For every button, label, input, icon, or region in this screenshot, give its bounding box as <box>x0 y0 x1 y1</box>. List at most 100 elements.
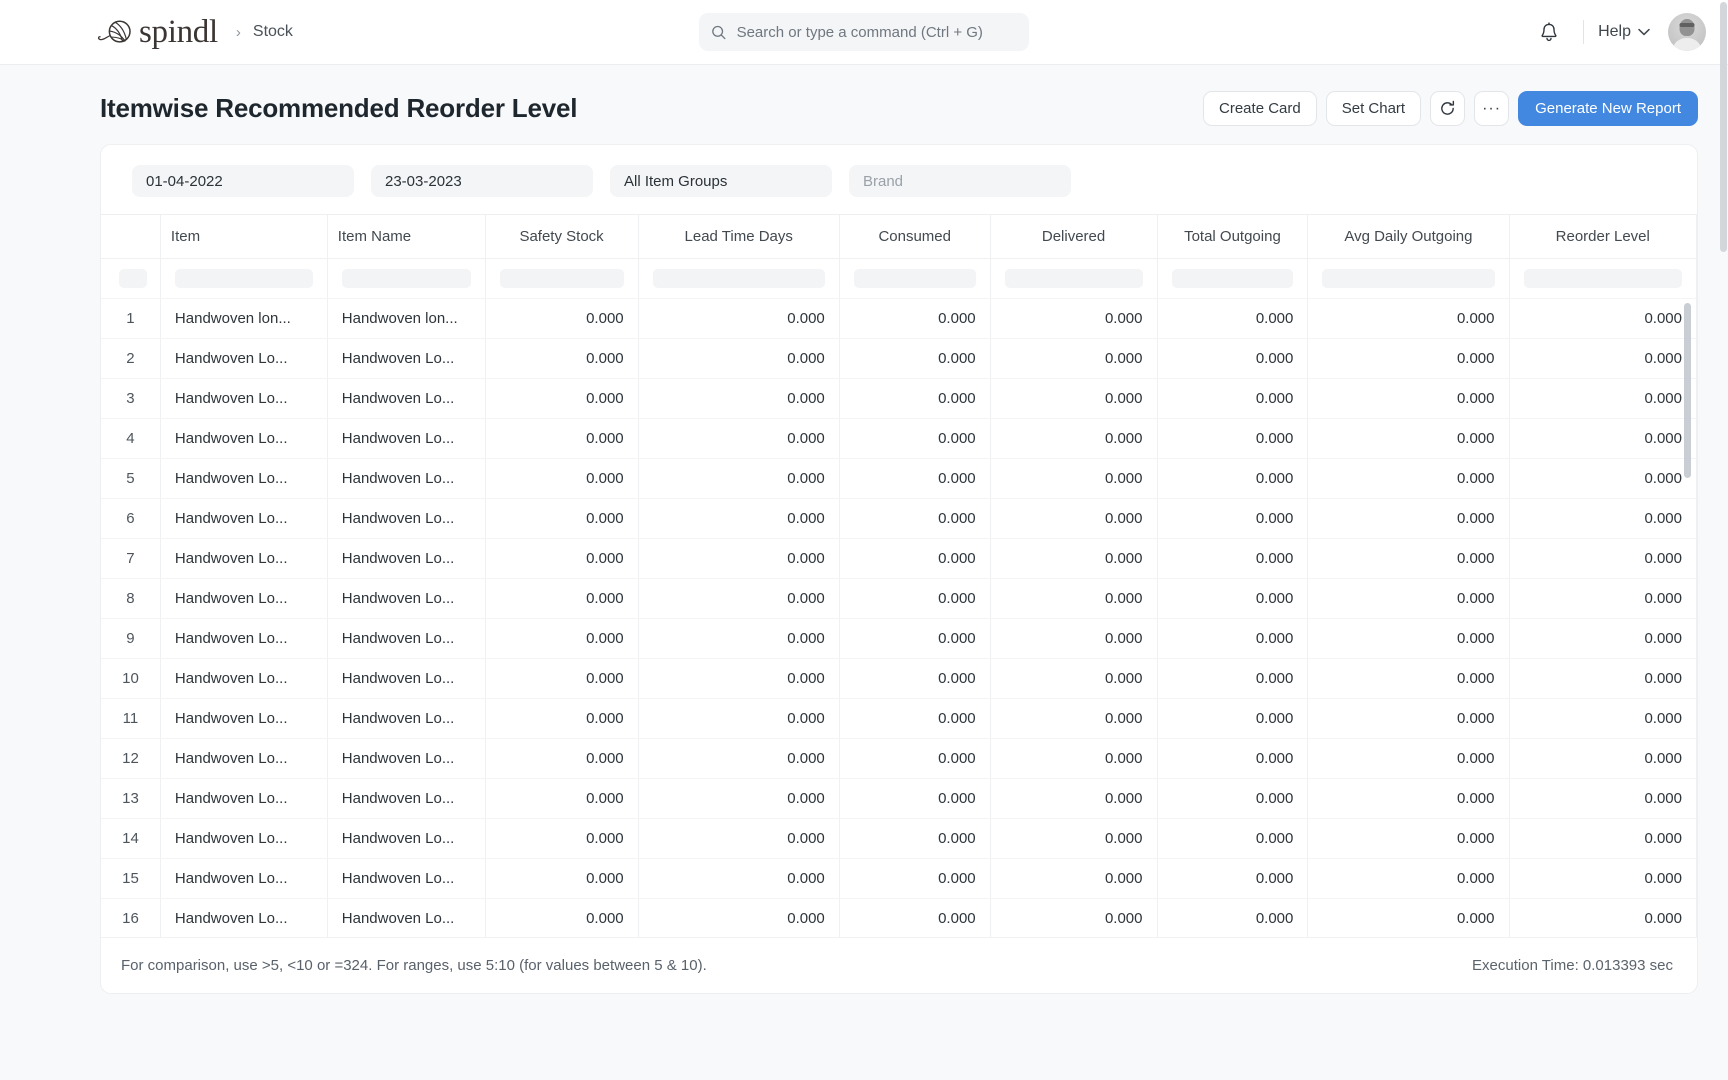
cell-item[interactable]: Handwoven Lo... <box>160 778 328 819</box>
cell-consumed[interactable]: 0.000 <box>839 818 991 859</box>
filter-to-date[interactable]: 23-03-2023 <box>371 165 593 197</box>
brand[interactable]: spindl › Stock <box>96 15 293 49</box>
cell-safety-stock[interactable]: 0.000 <box>485 778 639 819</box>
table-row[interactable]: 15 Handwoven Lo... Handwoven Lo... 0.000 0.0… <box>101 858 1697 899</box>
table-row[interactable]: 3 Handwoven Lo... Handwoven Lo... 0.000 0.00… <box>101 378 1697 419</box>
cell-lead-time-days[interactable]: 0.000 <box>638 538 840 579</box>
generate-new-report-button[interactable]: Generate New Report <box>1518 91 1698 126</box>
cell-item[interactable]: Handwoven Lo... <box>160 858 328 899</box>
cell-avg-daily-outgoing[interactable]: 0.000 <box>1307 338 1510 379</box>
cell-lead-time-days[interactable]: 0.000 <box>638 658 840 699</box>
cell-item-name[interactable]: Handwoven Lo... <box>327 618 486 659</box>
cell-consumed[interactable]: 0.000 <box>839 458 991 499</box>
cell-delivered[interactable]: 0.000 <box>990 618 1158 659</box>
refresh-button[interactable] <box>1430 91 1466 126</box>
column-header-consumed[interactable]: Consumed <box>839 215 991 259</box>
filter-from-date[interactable]: 01-04-2022 <box>132 165 354 197</box>
cell-item[interactable]: Handwoven Lo... <box>160 658 328 699</box>
cell-avg-daily-outgoing[interactable]: 0.000 <box>1307 298 1510 339</box>
cell-reorder-level[interactable]: 0.000 <box>1509 618 1697 659</box>
cell-avg-daily-outgoing[interactable]: 0.000 <box>1307 498 1510 539</box>
datatable-body-scroll[interactable]: 1 Handwoven lon... Handwoven lon... 0.000 0.… <box>101 298 1697 938</box>
help-menu[interactable]: Help <box>1598 23 1650 41</box>
vertical-scrollbar-thumb[interactable] <box>1684 302 1691 478</box>
cell-reorder-level[interactable]: 0.000 <box>1509 458 1697 499</box>
cell-index[interactable]: 8 <box>101 578 161 619</box>
global-search[interactable] <box>699 13 1029 51</box>
cell-reorder-level[interactable]: 0.000 <box>1509 498 1697 539</box>
table-row[interactable]: 7 Handwoven Lo... Handwoven Lo... 0.000 0.00… <box>101 538 1697 579</box>
cell-index[interactable]: 5 <box>101 458 161 499</box>
cell-total-outgoing[interactable]: 0.000 <box>1157 578 1309 619</box>
table-row[interactable]: 12 Handwoven Lo... Handwoven Lo... 0.000 0.0… <box>101 738 1697 779</box>
cell-consumed[interactable]: 0.000 <box>839 738 991 779</box>
cell-total-outgoing[interactable]: 0.000 <box>1157 458 1309 499</box>
cell-index[interactable]: 1 <box>101 298 161 339</box>
table-row[interactable]: 10 Handwoven Lo... Handwoven Lo... 0.000 0.0… <box>101 658 1697 699</box>
notifications-button[interactable] <box>1529 12 1569 52</box>
column-filter-item-name[interactable] <box>327 258 486 299</box>
cell-index[interactable]: 13 <box>101 778 161 819</box>
cell-avg-daily-outgoing[interactable]: 0.000 <box>1307 418 1510 459</box>
cell-item[interactable]: Handwoven lon... <box>160 298 328 339</box>
cell-safety-stock[interactable]: 0.000 <box>485 298 639 339</box>
user-avatar[interactable] <box>1668 13 1706 51</box>
cell-delivered[interactable]: 0.000 <box>990 458 1158 499</box>
table-row[interactable]: 5 Handwoven Lo... Handwoven Lo... 0.000 0.00… <box>101 458 1697 499</box>
cell-safety-stock[interactable]: 0.000 <box>485 818 639 859</box>
cell-avg-daily-outgoing[interactable]: 0.000 <box>1307 578 1510 619</box>
cell-index[interactable]: 16 <box>101 898 161 937</box>
cell-delivered[interactable]: 0.000 <box>990 858 1158 899</box>
cell-delivered[interactable]: 0.000 <box>990 778 1158 819</box>
vertical-scrollbar-track[interactable] <box>1684 299 1694 938</box>
column-header-total-outgoing[interactable]: Total Outgoing <box>1157 215 1309 259</box>
cell-consumed[interactable]: 0.000 <box>839 898 991 937</box>
cell-consumed[interactable]: 0.000 <box>839 618 991 659</box>
column-header-item[interactable]: Item <box>160 215 328 259</box>
cell-consumed[interactable]: 0.000 <box>839 778 991 819</box>
cell-item[interactable]: Handwoven Lo... <box>160 578 328 619</box>
cell-avg-daily-outgoing[interactable]: 0.000 <box>1307 458 1510 499</box>
cell-lead-time-days[interactable]: 0.000 <box>638 298 840 339</box>
table-row[interactable]: 16 Handwoven Lo... Handwoven Lo... 0.000 0.0… <box>101 898 1697 937</box>
cell-item-name[interactable]: Handwoven Lo... <box>327 578 486 619</box>
table-row[interactable]: 2 Handwoven Lo... Handwoven Lo... 0.000 0.00… <box>101 338 1697 379</box>
cell-reorder-level[interactable]: 0.000 <box>1509 418 1697 459</box>
cell-consumed[interactable]: 0.000 <box>839 418 991 459</box>
filter-item-group[interactable]: All Item Groups <box>610 165 832 197</box>
column-filter-reorder-level[interactable] <box>1509 258 1697 299</box>
column-filter-consumed[interactable] <box>839 258 991 299</box>
cell-index[interactable]: 4 <box>101 418 161 459</box>
cell-item-name[interactable]: Handwoven Lo... <box>327 538 486 579</box>
column-filter-safety-stock[interactable] <box>485 258 639 299</box>
cell-index[interactable]: 11 <box>101 698 161 739</box>
table-row[interactable]: 1 Handwoven lon... Handwoven lon... 0.000 0.… <box>101 298 1697 339</box>
cell-safety-stock[interactable]: 0.000 <box>485 858 639 899</box>
filter-input-box[interactable] <box>341 268 471 288</box>
cell-safety-stock[interactable]: 0.000 <box>485 618 639 659</box>
cell-total-outgoing[interactable]: 0.000 <box>1157 338 1309 379</box>
create-card-button[interactable]: Create Card <box>1203 91 1317 126</box>
cell-safety-stock[interactable]: 0.000 <box>485 418 639 459</box>
cell-item[interactable]: Handwoven Lo... <box>160 538 328 579</box>
cell-lead-time-days[interactable]: 0.000 <box>638 818 840 859</box>
column-header-lead-time-days[interactable]: Lead Time Days <box>638 215 840 259</box>
cell-index[interactable]: 10 <box>101 658 161 699</box>
cell-delivered[interactable]: 0.000 <box>990 298 1158 339</box>
cell-item[interactable]: Handwoven Lo... <box>160 818 328 859</box>
cell-index[interactable]: 7 <box>101 538 161 579</box>
cell-total-outgoing[interactable]: 0.000 <box>1157 658 1309 699</box>
cell-consumed[interactable]: 0.000 <box>839 698 991 739</box>
filter-input-box[interactable] <box>853 268 976 288</box>
cell-avg-daily-outgoing[interactable]: 0.000 <box>1307 738 1510 779</box>
cell-item[interactable]: Handwoven Lo... <box>160 378 328 419</box>
cell-safety-stock[interactable]: 0.000 <box>485 658 639 699</box>
column-filter-item[interactable] <box>160 258 328 299</box>
cell-index[interactable]: 12 <box>101 738 161 779</box>
cell-item[interactable]: Handwoven Lo... <box>160 738 328 779</box>
cell-item-name[interactable]: Handwoven Lo... <box>327 658 486 699</box>
cell-item-name[interactable]: Handwoven Lo... <box>327 378 486 419</box>
cell-index[interactable]: 14 <box>101 818 161 859</box>
cell-lead-time-days[interactable]: 0.000 <box>638 338 840 379</box>
column-header-avg-daily-outgoing[interactable]: Avg Daily Outgoing <box>1307 215 1510 259</box>
